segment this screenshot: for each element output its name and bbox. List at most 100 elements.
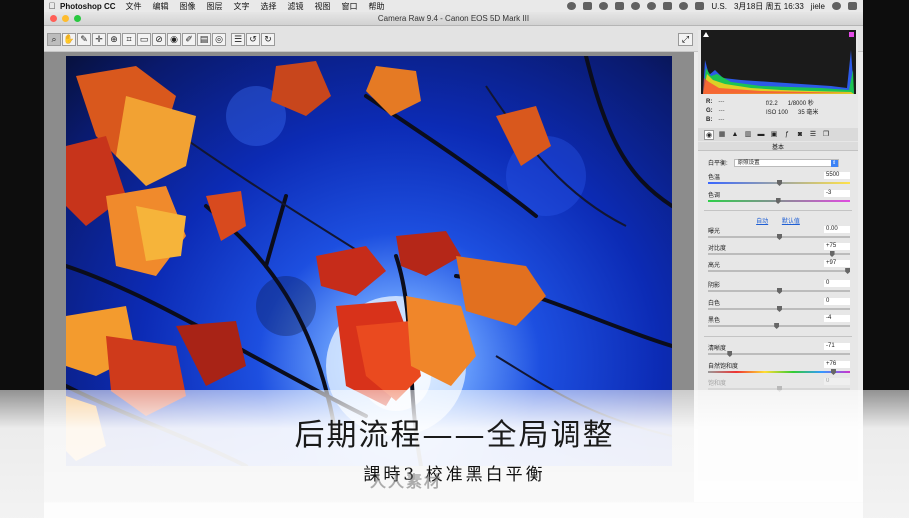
split-toning-tab-icon[interactable]: ▬ (756, 130, 766, 140)
slider-thumb[interactable] (775, 198, 781, 204)
slider-highlights[interactable]: 高光 +97 (708, 260, 851, 277)
aperture: f/2.2 (766, 101, 778, 107)
adjustment-brush-tool-icon[interactable]: ✐ (182, 33, 196, 46)
slider-thumb[interactable] (777, 234, 782, 240)
slider-value[interactable]: -4 (824, 315, 850, 322)
basic-tab-icon[interactable]: ◉ (704, 129, 714, 140)
slider-value[interactable]: 5500 (824, 172, 850, 179)
slider-label: 高光 (708, 263, 721, 269)
slider-value[interactable]: +76 (824, 361, 850, 368)
hsl-tab-icon[interactable]: ▥ (743, 130, 753, 140)
slider-value[interactable]: 0 (824, 280, 850, 287)
slider-track[interactable] (708, 371, 850, 373)
slider-thumb[interactable] (845, 268, 851, 274)
record-icon[interactable] (567, 2, 577, 10)
lens-corrections-tab-icon[interactable]: ▣ (769, 130, 779, 140)
slider-value[interactable]: +75 (824, 243, 850, 250)
menu-window[interactable]: 窗口 (342, 1, 358, 12)
menu-bar:  Photoshop CC 文件 编辑 图像 图层 文字 选择 滤镜 视图 窗… (44, 0, 863, 12)
targeted-adjustment-tool-icon[interactable]: ⊕ (107, 33, 121, 46)
auto-link[interactable]: 自动 (756, 219, 768, 225)
rotate-right-tool-icon[interactable]: ↻ (261, 33, 275, 46)
menu-view[interactable]: 视图 (315, 1, 331, 12)
default-link[interactable]: 默认值 (782, 219, 800, 225)
focal-length: 35 毫米 (798, 110, 819, 116)
slider-clarity[interactable]: 清晰度 -71 (708, 343, 850, 360)
white-balance-tool-icon[interactable]: ✎ (77, 33, 91, 46)
slider-value[interactable]: 0.00 (824, 226, 850, 233)
slider-thumb[interactable] (727, 351, 733, 357)
watermark-logo: 人人素材 (370, 474, 443, 491)
menu-layer[interactable]: 图层 (207, 1, 223, 12)
menu-filter[interactable]: 滤镜 (288, 1, 304, 12)
slider-track[interactable] (708, 270, 850, 272)
detail-tab-icon[interactable]: ▲ (730, 130, 740, 140)
presets-tab-icon[interactable]: ☰ (808, 130, 818, 140)
battery-icon[interactable] (663, 2, 673, 10)
apple-icon[interactable]:  (44, 1, 60, 11)
slider-whites[interactable]: 白色 0 (708, 298, 850, 315)
notification-center-icon[interactable] (848, 2, 857, 10)
section-title-basic: 基本 (698, 142, 858, 151)
app-menu[interactable]: Photoshop CC (60, 2, 116, 11)
color-sampler-tool-icon[interactable]: ✛ (92, 33, 106, 46)
shadow-clipping-icon[interactable] (703, 32, 709, 37)
rotate-left-tool-icon[interactable]: ↺ (246, 33, 260, 46)
slider-exposure[interactable]: 曝光 0.00 (708, 226, 850, 243)
slider-value[interactable]: 0 (824, 378, 850, 385)
slider-vibrance[interactable]: 自然饱和度 +76 (708, 361, 850, 378)
fullscreen-toggle-icon[interactable]: ⤢ (678, 33, 693, 46)
menu-file[interactable]: 文件 (126, 1, 142, 12)
menu-type[interactable]: 文字 (234, 1, 250, 12)
preferences-tool-icon[interactable]: ☰ (231, 33, 245, 46)
spotlight-icon[interactable] (832, 2, 841, 10)
tone-curve-tab-icon[interactable]: ▦ (717, 130, 727, 140)
histogram (701, 30, 856, 94)
snapshots-tab-icon[interactable]: ❐ (821, 130, 831, 140)
highlight-clipping-icon[interactable] (849, 32, 854, 37)
spot-removal-tool-icon[interactable]: ⊘ (152, 33, 166, 46)
slider-track[interactable] (708, 253, 850, 255)
camera-calibration-tab-icon[interactable]: ◙ (795, 130, 805, 140)
fx-tab-icon[interactable]: ƒ (782, 130, 792, 140)
slider-label: 自然饱和度 (708, 364, 739, 370)
slider-thumb[interactable] (777, 180, 782, 186)
dropbox-icon[interactable] (615, 2, 625, 10)
slider-tint[interactable]: 色调 -3 (708, 190, 850, 207)
slider-value[interactable]: +97 (824, 260, 850, 267)
radial-filter-tool-icon[interactable]: ◎ (212, 33, 226, 46)
volume-icon[interactable] (695, 2, 705, 10)
slider-thumb[interactable] (829, 251, 835, 257)
slider-blacks[interactable]: 黑色 -4 (708, 315, 850, 332)
menu-image[interactable]: 图像 (180, 1, 196, 12)
slider-thumb[interactable] (777, 306, 782, 312)
slider-value[interactable]: -3 (824, 190, 850, 197)
red-eye-tool-icon[interactable]: ◉ (167, 33, 181, 46)
graduated-filter-tool-icon[interactable]: ▤ (197, 33, 211, 46)
slider-shadows[interactable]: 阴影 0 (708, 280, 850, 297)
straighten-tool-icon[interactable]: ▭ (137, 33, 151, 46)
hand-tool-icon[interactable]: ✋ (62, 33, 76, 46)
slider-label: 白色 (708, 301, 721, 307)
bluetooth-icon[interactable] (647, 2, 657, 10)
slider-contrast[interactable]: 对比度 +75 (708, 243, 850, 260)
slider-temperature[interactable]: 色温 5500 (708, 172, 850, 189)
slider-thumb[interactable] (777, 288, 782, 294)
input-source[interactable]: U.S. (711, 2, 727, 11)
wifi-icon[interactable] (679, 2, 689, 10)
clock[interactable]: 3月18日 周五 16:33 (734, 1, 804, 12)
sync-icon[interactable] (599, 2, 609, 10)
zoom-tool-icon[interactable]: ⌕ (47, 33, 61, 46)
menu-help[interactable]: 帮助 (369, 1, 385, 12)
white-balance-select[interactable]: 原照设置 ⇕ (733, 158, 839, 167)
user-name[interactable]: jiele (811, 2, 825, 11)
crop-tool-icon[interactable]: ⌗ (122, 33, 136, 46)
menu-select[interactable]: 选择 (261, 1, 277, 12)
slider-thumb[interactable] (830, 369, 836, 375)
slider-value[interactable]: -71 (824, 343, 850, 350)
slider-value[interactable]: 0 (824, 298, 850, 305)
slider-thumb[interactable] (774, 323, 780, 329)
creative-cloud-icon[interactable] (583, 2, 593, 10)
search-spotlight-icon[interactable] (631, 2, 641, 10)
menu-edit[interactable]: 编辑 (153, 1, 169, 12)
